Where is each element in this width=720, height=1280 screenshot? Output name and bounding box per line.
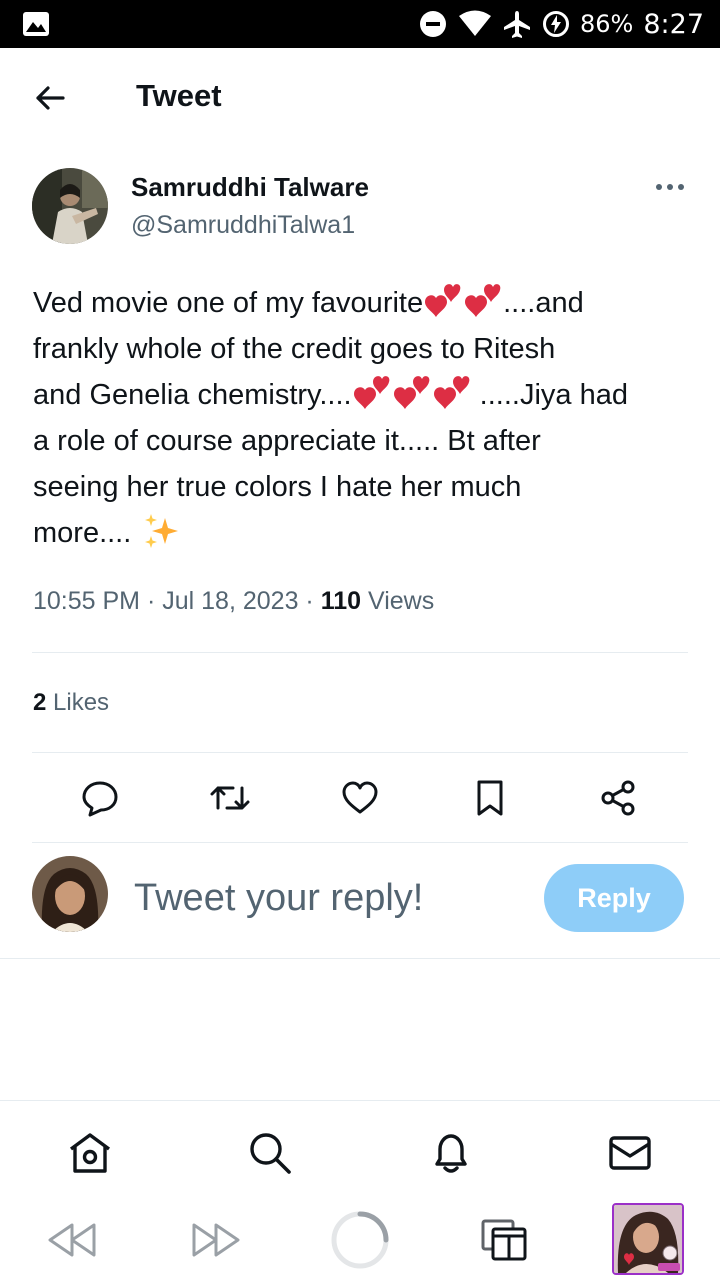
likes-label: Likes xyxy=(53,689,110,716)
two-hearts-emoji-icon xyxy=(433,376,469,409)
views-count: 110 xyxy=(320,587,362,615)
browser-toolbar xyxy=(0,1198,720,1280)
tweet-date: Jul 18, 2023 xyxy=(162,587,299,615)
sparkles-emoji-icon xyxy=(145,514,179,548)
airplane-mode-icon xyxy=(502,9,532,39)
clock: 8:27 xyxy=(643,8,704,40)
status-bar: 86% 8:27 xyxy=(0,0,720,48)
reply-button[interactable] xyxy=(78,776,122,820)
browser-back-button[interactable] xyxy=(42,1212,102,1268)
tweet-line: more.... xyxy=(33,510,693,556)
nav-notifications[interactable] xyxy=(427,1129,475,1177)
bookmark-icon xyxy=(477,780,503,816)
profile-picture[interactable] xyxy=(612,1203,684,1275)
more-dot-icon xyxy=(678,184,684,190)
nav-search[interactable] xyxy=(246,1129,294,1177)
page-title: Tweet xyxy=(136,78,222,113)
browser-tabs-button[interactable] xyxy=(474,1212,534,1268)
retweet-icon xyxy=(210,786,250,810)
two-hearts-emoji-icon xyxy=(425,284,461,317)
browser-forward-button[interactable] xyxy=(186,1212,246,1268)
browser-reload-button[interactable] xyxy=(330,1211,390,1269)
rewind-icon xyxy=(48,1223,96,1257)
notifications-icon xyxy=(435,1134,467,1173)
more-dot-icon xyxy=(656,184,662,190)
back-button[interactable] xyxy=(28,78,72,118)
author-name[interactable]: Samruddhi Talware xyxy=(131,172,369,203)
divider xyxy=(32,652,688,653)
retweet-button[interactable] xyxy=(208,776,252,820)
tweet-line: and Genelia chemistry.... .....Jiya had xyxy=(33,372,693,418)
gallery-notification-icon xyxy=(22,11,50,37)
author-handle[interactable]: @SamruddhiTalwa1 xyxy=(131,211,355,240)
reload-icon xyxy=(331,1211,389,1269)
more-options-button[interactable] xyxy=(650,175,690,199)
tabs-icon xyxy=(481,1219,527,1261)
share-button[interactable] xyxy=(596,776,640,820)
tweet-meta: 10:55 PM · Jul 18, 2023 · 110 Views xyxy=(33,587,434,616)
current-user-avatar xyxy=(32,856,108,932)
reply-input[interactable] xyxy=(134,870,524,926)
like-icon xyxy=(342,781,378,814)
nav-messages[interactable] xyxy=(606,1129,654,1177)
do-not-disturb-icon xyxy=(418,9,448,39)
divider xyxy=(32,752,688,753)
messages-icon xyxy=(609,1136,651,1170)
tweet-line: Ved movie one of my favourite ....and xyxy=(33,280,693,326)
two-hearts-emoji-icon xyxy=(393,376,429,409)
reply-icon xyxy=(82,781,118,817)
fast-forward-icon xyxy=(192,1223,240,1257)
tweet-time: 10:55 PM xyxy=(33,587,141,615)
two-hearts-emoji-icon xyxy=(353,376,389,409)
two-hearts-emoji-icon xyxy=(465,284,501,317)
bookmark-button[interactable] xyxy=(468,776,512,820)
battery-charging-icon xyxy=(542,10,570,38)
divider xyxy=(32,842,688,843)
like-button[interactable] xyxy=(338,776,382,820)
tweet-text: Ved movie one of my favourite ....and fra… xyxy=(33,280,693,556)
wifi-icon xyxy=(458,10,492,38)
nav-home[interactable] xyxy=(66,1129,114,1177)
author-avatar[interactable] xyxy=(32,168,108,244)
bottom-navigation xyxy=(0,1100,720,1198)
search-icon xyxy=(250,1133,291,1174)
likes-summary[interactable]: 2 Likes xyxy=(33,689,109,717)
divider xyxy=(0,958,720,959)
share-icon xyxy=(601,780,635,816)
battery-percentage: 86% xyxy=(580,10,634,38)
tweet-line: frankly whole of the credit goes to Rite… xyxy=(33,333,556,365)
meta-separator: · xyxy=(305,587,321,615)
more-dot-icon xyxy=(667,184,673,190)
tweet-line: seeing her true colors I hate her much xyxy=(33,471,522,503)
arrow-left-icon xyxy=(36,86,65,110)
meta-separator: · xyxy=(146,587,163,615)
likes-count: 2 xyxy=(33,689,47,716)
views-label: Views xyxy=(368,587,435,615)
home-icon xyxy=(69,1133,111,1173)
reply-submit-button[interactable]: Reply xyxy=(544,864,684,932)
tweet-line: a role of course appreciate it..... Bt a… xyxy=(33,425,541,457)
top-app-bar: Tweet xyxy=(0,48,720,148)
